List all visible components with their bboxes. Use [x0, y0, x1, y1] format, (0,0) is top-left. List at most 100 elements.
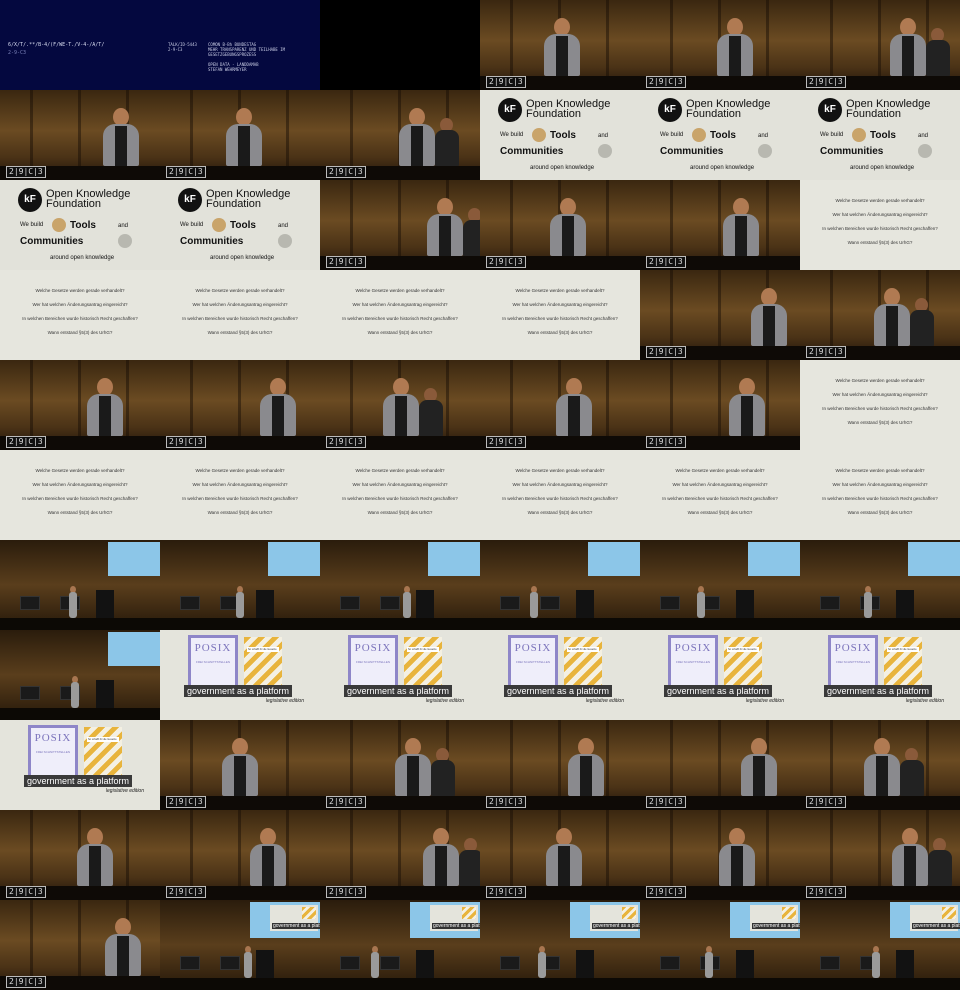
monitor	[820, 956, 840, 970]
wall-panel	[286, 720, 289, 796]
edition-text: legislative edition	[585, 698, 624, 704]
and-text: and	[758, 133, 769, 139]
person-body	[435, 130, 459, 166]
projector-screen	[268, 542, 320, 576]
wall-panel	[510, 180, 513, 256]
stripe-graphic: So schafft ihr die Gesetze	[244, 637, 282, 685]
question-q4: Wann entstand §5(3) des UrhG?	[47, 510, 113, 515]
tools-icon	[692, 128, 706, 142]
question-q1: Welche Gesetze werden gerade verhandelt?	[35, 288, 125, 293]
speaker	[421, 828, 461, 886]
globe-icon	[278, 234, 292, 248]
question-q3: In welchen Bereichen wurde historisch Re…	[502, 496, 618, 501]
title-line-1: 6/X/T/.**/B-4/(F/WE-T./V-4-/A/T/	[8, 42, 105, 48]
desk	[320, 618, 480, 630]
edition-text: legislative edition	[105, 788, 144, 794]
speaker-body	[403, 592, 411, 618]
speaker-shirt	[763, 306, 775, 346]
projector-screen: government as a platform	[410, 902, 480, 938]
slide-caption: government as a platform	[592, 923, 640, 929]
event-logo: 2|9|C|3	[806, 886, 846, 898]
wall-panel	[126, 810, 129, 886]
speaker-body	[69, 592, 77, 618]
event-logo: 2|9|C|3	[646, 886, 686, 898]
question-q4: Wann entstand §5(3) des UrhG?	[687, 510, 753, 515]
slide-stripes	[942, 907, 956, 919]
wall-panel	[606, 180, 609, 256]
globe-icon	[118, 234, 132, 248]
slide-caption: government as a platform	[824, 685, 933, 697]
event-logo: 2|9|C|3	[806, 346, 846, 358]
podium	[256, 950, 274, 978]
org-name: Open Knowledge Foundation	[206, 189, 290, 210]
video-frame: 2|9|C|3	[320, 360, 480, 450]
speaker	[397, 108, 437, 166]
okf-logo-icon: kF	[658, 98, 682, 122]
around-text: around open knowledge	[50, 255, 115, 261]
speaker-shirt	[115, 126, 127, 166]
podium	[256, 590, 274, 618]
wall-panel	[718, 270, 721, 346]
speaker-shirt	[556, 36, 568, 76]
wall-panel	[670, 270, 673, 346]
speaker-shirt	[89, 846, 101, 886]
wall-panel	[350, 180, 353, 256]
person	[463, 208, 480, 256]
speaker-shirt	[562, 216, 574, 256]
event-logo: 2|9|C|3	[486, 256, 526, 268]
wall-panel	[398, 810, 401, 886]
person	[419, 388, 443, 436]
event-logo: 2|9|C|3	[326, 166, 366, 178]
wall-panel	[830, 270, 833, 346]
speaker	[403, 586, 411, 618]
event-logo: 2|9|C|3	[646, 796, 686, 808]
wall-panel	[510, 360, 513, 436]
wall-panel	[718, 360, 721, 436]
we-build-text: We build	[500, 132, 524, 138]
slide: government as a platform	[750, 905, 800, 931]
around-text: around open knowledge	[530, 165, 595, 171]
speaker	[864, 586, 872, 618]
speaker	[697, 586, 705, 618]
speaker	[715, 18, 755, 76]
video-frame: kF Open Knowledge Foundation We build Tools a…	[640, 90, 800, 180]
person-body	[459, 850, 480, 886]
slide: government as a platform	[430, 905, 480, 931]
video-frame: 2|9|C|3	[160, 810, 320, 900]
projector-screen: government as a platform	[250, 902, 320, 938]
wall-panel	[190, 90, 193, 166]
and-text: and	[118, 223, 129, 229]
globe-icon	[758, 144, 772, 158]
edition-text: legislative edition	[265, 698, 304, 704]
video-frame: 2|9|C|3	[640, 0, 800, 90]
stripe-label: So schafft ihr die Gesetze	[407, 647, 439, 652]
we-build-text: We build	[820, 132, 844, 138]
podium	[96, 680, 114, 708]
event-logo: 2|9|C|3	[646, 436, 686, 448]
speaker	[890, 828, 930, 886]
projector-screen	[108, 632, 160, 666]
video-frame: 2|9|C|3	[0, 90, 160, 180]
question-q4: Wann entstand §5(3) des UrhG?	[847, 420, 913, 425]
desk	[480, 978, 640, 990]
slide-caption: government as a platform	[272, 923, 320, 929]
speaker-body	[530, 592, 538, 618]
slide-caption: government as a platform	[344, 685, 453, 697]
question-q2: Wer hat welchen Änderungsantrag eingerei…	[32, 302, 128, 307]
video-frame: 2|9|C|3	[480, 810, 640, 900]
podium	[736, 950, 754, 978]
book-subtitle: FREI SCHNITTSTELLEN	[515, 660, 550, 664]
event-logo: 2|9|C|3	[326, 256, 366, 268]
tools-icon	[532, 128, 546, 142]
speaker-body	[371, 952, 379, 978]
desk	[640, 978, 800, 990]
book-subtitle: FREI SCHNITTSTELLEN	[835, 660, 870, 664]
communities-text: Communities	[500, 146, 564, 157]
wall-panel	[670, 0, 673, 76]
wall-panel	[670, 360, 673, 436]
book-subtitle: FREI SCHNITTSTELLEN	[195, 660, 230, 664]
video-frame: Welche Gesetze werden gerade verhandelt?…	[160, 270, 320, 360]
speaker-body	[697, 592, 705, 618]
wall-panel	[30, 810, 33, 886]
video-frame: 2|9|C|3	[320, 180, 480, 270]
